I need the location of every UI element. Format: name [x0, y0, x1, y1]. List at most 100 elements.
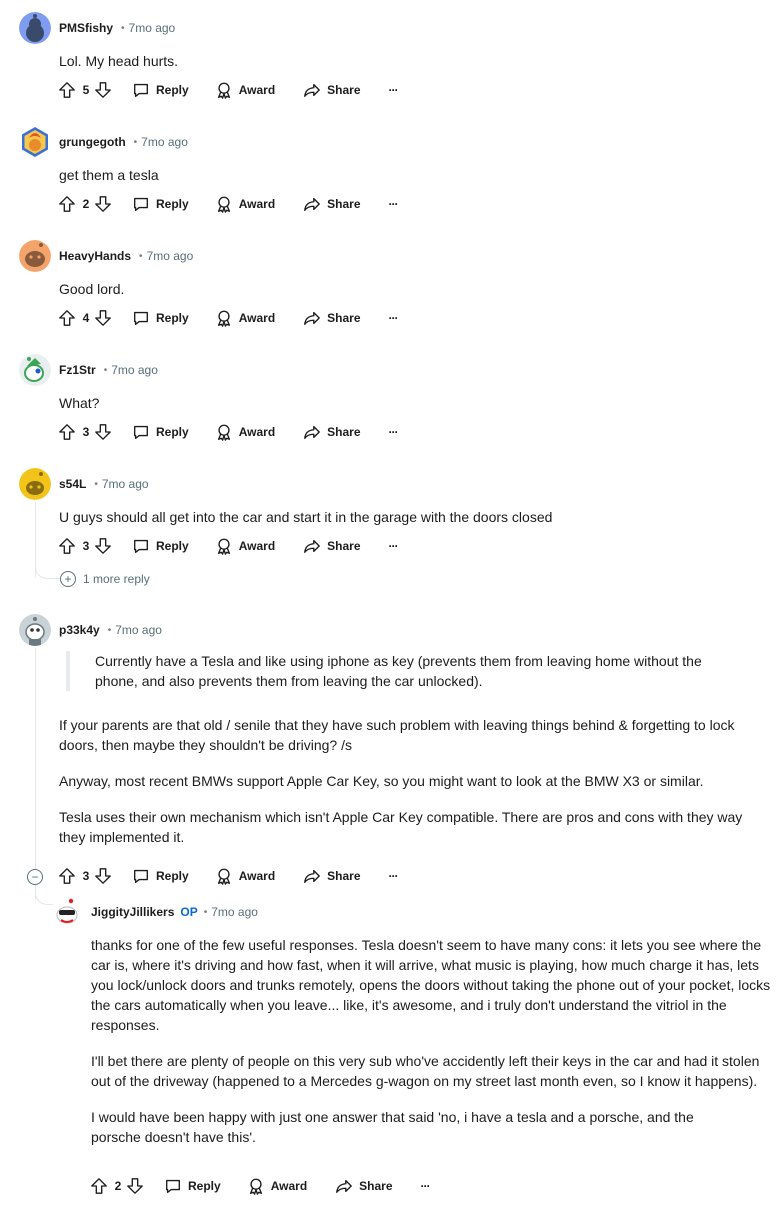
- award-icon: [217, 196, 230, 213]
- share-button[interactable]: Share: [335, 1177, 393, 1195]
- author-name[interactable]: p33k4y: [59, 623, 100, 637]
- author-name[interactable]: s54L: [59, 477, 86, 491]
- downvote-button[interactable]: [94, 537, 112, 555]
- share-button[interactable]: Share: [303, 195, 361, 213]
- author-name[interactable]: Fz1Str: [59, 363, 96, 377]
- timestamp[interactable]: 7mo ago: [141, 135, 188, 149]
- timestamp[interactable]: 7mo ago: [147, 249, 194, 263]
- more-options-button[interactable]: ···: [389, 869, 399, 883]
- author-name[interactable]: PMSfishy: [59, 21, 113, 35]
- reply-button[interactable]: Reply: [164, 1177, 221, 1195]
- upvote-button[interactable]: [58, 867, 76, 885]
- award-button[interactable]: Award: [215, 867, 275, 885]
- award-button[interactable]: Award: [215, 537, 275, 555]
- author-name[interactable]: JiggityJillikers: [91, 905, 174, 919]
- more-icon: ···: [388, 311, 399, 325]
- comment-icon: [166, 1179, 180, 1193]
- downvote-button[interactable]: [94, 195, 112, 213]
- comment-icon: [134, 869, 148, 883]
- comment-paragraph: If your parents are that old / senile th…: [59, 717, 735, 753]
- share-icon: [304, 83, 321, 97]
- reply-button[interactable]: Reply: [132, 309, 189, 327]
- award-icon: [217, 82, 230, 99]
- more-reply-connector: [35, 562, 60, 579]
- author-name[interactable]: grungegoth: [59, 135, 126, 149]
- reply-button[interactable]: Reply: [132, 537, 189, 555]
- downvote-button[interactable]: [94, 867, 112, 885]
- avatar[interactable]: [19, 468, 51, 500]
- avatar[interactable]: [19, 240, 51, 272]
- downvote-button[interactable]: [94, 81, 112, 99]
- share-button[interactable]: Share: [303, 423, 361, 441]
- timestamp[interactable]: 7mo ago: [115, 623, 162, 637]
- more-options-button[interactable]: ···: [388, 83, 399, 97]
- reply-label: Reply: [156, 197, 189, 211]
- avatar[interactable]: [19, 12, 51, 44]
- upvote-button[interactable]: [58, 81, 76, 99]
- vote-count: 2: [114, 1179, 122, 1193]
- comment-paragraph: I'll bet there are plenty of people on t…: [91, 1053, 760, 1089]
- comment-body: Lol. My head hurts.: [59, 51, 769, 71]
- award-label: Award: [238, 311, 276, 325]
- comment-actions: 3 Reply Award Share ···: [58, 864, 399, 888]
- separator-dot: •: [133, 136, 138, 148]
- upvote-icon: [59, 82, 75, 98]
- comment-actions: 2 Reply Award Share ···: [58, 192, 399, 216]
- share-icon: [304, 311, 321, 325]
- more-options-button[interactable]: ···: [389, 539, 399, 553]
- comment-paragraph: I would have been happy with just one an…: [91, 1109, 694, 1145]
- upvote-button[interactable]: [90, 1177, 108, 1195]
- award-button[interactable]: Award: [215, 309, 275, 327]
- award-button[interactable]: Award: [215, 195, 275, 213]
- downvote-button[interactable]: [94, 423, 112, 441]
- comment-actions: 3 Reply Award Share ···: [58, 420, 399, 444]
- more-options-button[interactable]: ···: [389, 425, 399, 439]
- comment-text: What?: [59, 395, 100, 411]
- share-icon: [336, 1179, 353, 1193]
- downvote-icon: [95, 82, 111, 98]
- avatar[interactable]: [19, 354, 51, 386]
- reply-button[interactable]: Reply: [132, 81, 189, 99]
- upvote-button[interactable]: [58, 423, 76, 441]
- timestamp[interactable]: 7mo ago: [129, 21, 176, 35]
- avatar[interactable]: [19, 126, 51, 158]
- timestamp[interactable]: 7mo ago: [102, 477, 149, 491]
- award-button[interactable]: Award: [247, 1177, 307, 1195]
- vote-count: 3: [82, 869, 90, 883]
- award-button[interactable]: Award: [215, 81, 275, 99]
- reply-button[interactable]: Reply: [132, 423, 189, 441]
- comment-text: U guys should all get into the car and s…: [59, 509, 553, 525]
- upvote-button[interactable]: [58, 195, 76, 213]
- collapse-thread-button[interactable]: −: [27, 869, 43, 885]
- share-icon: [304, 869, 321, 883]
- reply-button[interactable]: Reply: [132, 867, 189, 885]
- avatar[interactable]: [51, 896, 83, 928]
- share-button[interactable]: Share: [303, 867, 361, 885]
- more-options-button[interactable]: ···: [388, 311, 399, 325]
- more-options-button[interactable]: ···: [421, 1179, 431, 1193]
- timestamp[interactable]: 7mo ago: [111, 363, 158, 377]
- share-button[interactable]: Share: [303, 309, 361, 327]
- more-replies-link[interactable]: + 1 more reply: [60, 571, 150, 587]
- comment-text: Lol. My head hurts.: [59, 53, 179, 69]
- reply-button[interactable]: Reply: [132, 195, 189, 213]
- award-icon: [217, 868, 230, 885]
- author-name[interactable]: HeavyHands: [59, 249, 131, 263]
- upvote-icon: [59, 196, 75, 212]
- share-button[interactable]: Share: [303, 537, 361, 555]
- reply-connector: [35, 890, 54, 905]
- award-button[interactable]: Award: [215, 423, 275, 441]
- upvote-button[interactable]: [58, 309, 76, 327]
- timestamp[interactable]: 7mo ago: [211, 905, 258, 919]
- more-options-button[interactable]: ···: [389, 197, 399, 211]
- downvote-icon: [127, 1178, 143, 1194]
- more-icon: ···: [388, 83, 399, 97]
- upvote-button[interactable]: [58, 537, 76, 555]
- comment-actions: 3 Reply Award Share ···: [58, 534, 399, 558]
- downvote-button[interactable]: [94, 309, 112, 327]
- blockquote: Currently have a Tesla and like using ip…: [66, 651, 735, 691]
- share-button[interactable]: Share: [303, 81, 361, 99]
- downvote-button[interactable]: [126, 1177, 144, 1195]
- avatar[interactable]: [19, 614, 51, 646]
- vote-count: 5: [82, 83, 90, 97]
